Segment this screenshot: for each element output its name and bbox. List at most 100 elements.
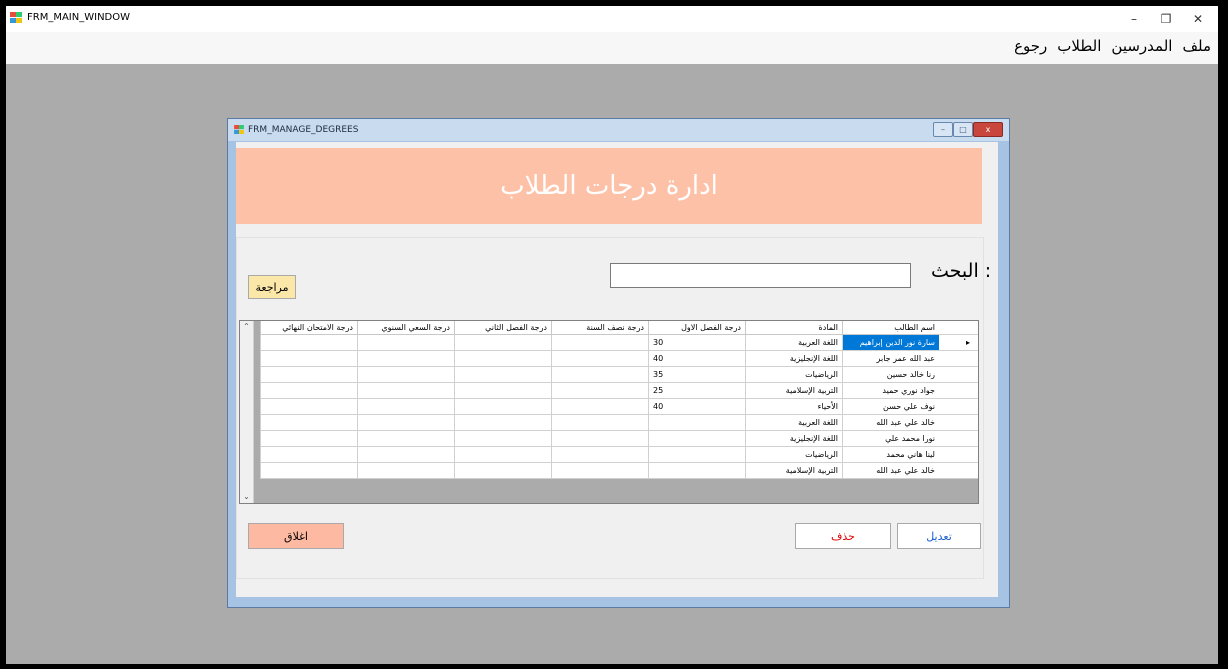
cell-subject[interactable]: اللغة العربية (745, 415, 842, 431)
cell-annual-effort[interactable] (357, 367, 454, 383)
table-row[interactable]: خالد علي عبد الله التربية الإسلامية (254, 463, 939, 479)
cell-student-name[interactable]: سارة نور الدين إبراهيم (842, 335, 939, 351)
column-header-mid-year[interactable]: درجة نصف السنة (551, 321, 648, 335)
cell-second-term[interactable] (454, 415, 551, 431)
cell-mid-year[interactable] (551, 399, 648, 415)
cell-second-term[interactable] (454, 351, 551, 367)
cell-mid-year[interactable] (551, 335, 648, 351)
cell-student-name[interactable]: خالد علي عبد الله (842, 463, 939, 479)
table-row[interactable]: سارة نور الدين إبراهيم اللغة العربية 30 (254, 335, 939, 351)
child-close-button[interactable]: x (973, 122, 1003, 137)
cell-mid-year[interactable] (551, 415, 648, 431)
cell-first-term[interactable] (648, 463, 745, 479)
cell-final-exam[interactable] (260, 415, 357, 431)
menu-teachers[interactable]: المدرسين (1106, 32, 1177, 60)
cell-subject[interactable]: الرياضيات (745, 447, 842, 463)
row-header[interactable] (939, 367, 978, 383)
cell-final-exam[interactable] (260, 367, 357, 383)
cell-first-term[interactable]: 40 (648, 399, 745, 415)
search-input[interactable] (610, 263, 911, 288)
cell-second-term[interactable] (454, 463, 551, 479)
table-row[interactable]: عبد الله عمر جابر اللغة الإنجليزية 40 (254, 351, 939, 367)
cell-first-term[interactable]: 35 (648, 367, 745, 383)
row-header[interactable] (939, 351, 978, 367)
cell-first-term[interactable]: 25 (648, 383, 745, 399)
cell-annual-effort[interactable] (357, 463, 454, 479)
table-row[interactable]: نورا محمد علي اللغة الإنجليزية (254, 431, 939, 447)
close-window-button[interactable]: ✕ (1184, 8, 1212, 30)
cell-student-name[interactable]: عبد الله عمر جابر (842, 351, 939, 367)
cell-annual-effort[interactable] (357, 351, 454, 367)
child-minimize-button[interactable]: – (933, 122, 953, 137)
cell-student-name[interactable]: خالد علي عبد الله (842, 415, 939, 431)
row-header[interactable] (939, 415, 978, 431)
close-button[interactable]: اغلاق (248, 523, 344, 549)
delete-button[interactable]: حذف (795, 523, 891, 549)
scroll-up-arrow-icon[interactable]: ⌃ (240, 321, 253, 333)
edit-button[interactable]: تعديل (897, 523, 981, 549)
table-row[interactable]: لينا هاني محمد الرياضيات (254, 447, 939, 463)
row-header[interactable] (939, 463, 978, 479)
cell-subject[interactable]: اللغة الإنجليزية (745, 351, 842, 367)
cell-annual-effort[interactable] (357, 447, 454, 463)
cell-mid-year[interactable] (551, 367, 648, 383)
column-header-second-term[interactable]: درجة الفصل الثاني (454, 321, 551, 335)
cell-final-exam[interactable] (260, 351, 357, 367)
cell-mid-year[interactable] (551, 351, 648, 367)
table-row[interactable]: نوف علي حسن الأحياء 40 (254, 399, 939, 415)
cell-final-exam[interactable] (260, 447, 357, 463)
cell-final-exam[interactable] (260, 431, 357, 447)
cell-annual-effort[interactable] (357, 383, 454, 399)
cell-final-exam[interactable] (260, 463, 357, 479)
column-header-annual-effort[interactable]: درجة السعي السنوي (357, 321, 454, 335)
table-row[interactable]: جواد نوري حميد التربية الإسلامية 25 (254, 383, 939, 399)
cell-student-name[interactable]: رنا خالد حسين (842, 367, 939, 383)
cell-subject[interactable]: الرياضيات (745, 367, 842, 383)
cell-mid-year[interactable] (551, 431, 648, 447)
cell-second-term[interactable] (454, 335, 551, 351)
cell-subject[interactable]: اللغة العربية (745, 335, 842, 351)
cell-second-term[interactable] (454, 431, 551, 447)
cell-final-exam[interactable] (260, 383, 357, 399)
row-header[interactable] (939, 431, 978, 447)
cell-mid-year[interactable] (551, 447, 648, 463)
cell-first-term[interactable] (648, 447, 745, 463)
cell-annual-effort[interactable] (357, 399, 454, 415)
cell-final-exam[interactable] (260, 335, 357, 351)
cell-mid-year[interactable] (551, 463, 648, 479)
cell-final-exam[interactable] (260, 399, 357, 415)
cell-subject[interactable]: التربية الإسلامية (745, 463, 842, 479)
cell-first-term[interactable]: 40 (648, 351, 745, 367)
cell-student-name[interactable]: لينا هاني محمد (842, 447, 939, 463)
menu-back[interactable]: رجوع (1009, 32, 1052, 60)
minimize-button[interactable]: – (1120, 8, 1148, 30)
table-row[interactable]: خالد علي عبد الله اللغة العربية (254, 415, 939, 431)
cell-student-name[interactable]: نوف علي حسن (842, 399, 939, 415)
cell-first-term[interactable]: 30 (648, 335, 745, 351)
vertical-scrollbar[interactable]: ⌃ ⌄ (240, 321, 254, 503)
row-header[interactable] (939, 447, 978, 463)
cell-student-name[interactable]: نورا محمد علي (842, 431, 939, 447)
cell-second-term[interactable] (454, 383, 551, 399)
cell-annual-effort[interactable] (357, 431, 454, 447)
column-header-student-name[interactable]: اسم الطالب (842, 321, 939, 335)
degrees-grid[interactable]: ⌃ ⌄ اسم الطالب المادة درجة الفصل الاول د… (239, 320, 979, 504)
cell-subject[interactable]: الأحياء (745, 399, 842, 415)
row-header[interactable] (939, 399, 978, 415)
column-header-final-exam[interactable]: درجة الامتحان النهائي (260, 321, 357, 335)
cell-second-term[interactable] (454, 447, 551, 463)
cell-mid-year[interactable] (551, 383, 648, 399)
restore-button[interactable]: ❐ (1152, 8, 1180, 30)
child-restore-button[interactable]: □ (953, 122, 973, 137)
menu-file[interactable]: ملف (1177, 32, 1216, 60)
cell-subject[interactable]: اللغة الإنجليزية (745, 431, 842, 447)
cell-annual-effort[interactable] (357, 415, 454, 431)
cell-second-term[interactable] (454, 367, 551, 383)
row-header[interactable]: ▸ (939, 335, 978, 351)
cell-first-term[interactable] (648, 431, 745, 447)
scroll-down-arrow-icon[interactable]: ⌄ (240, 491, 253, 503)
table-row[interactable]: رنا خالد حسين الرياضيات 35 (254, 367, 939, 383)
cell-second-term[interactable] (454, 399, 551, 415)
menu-students[interactable]: الطلاب (1052, 32, 1106, 60)
cell-student-name[interactable]: جواد نوري حميد (842, 383, 939, 399)
